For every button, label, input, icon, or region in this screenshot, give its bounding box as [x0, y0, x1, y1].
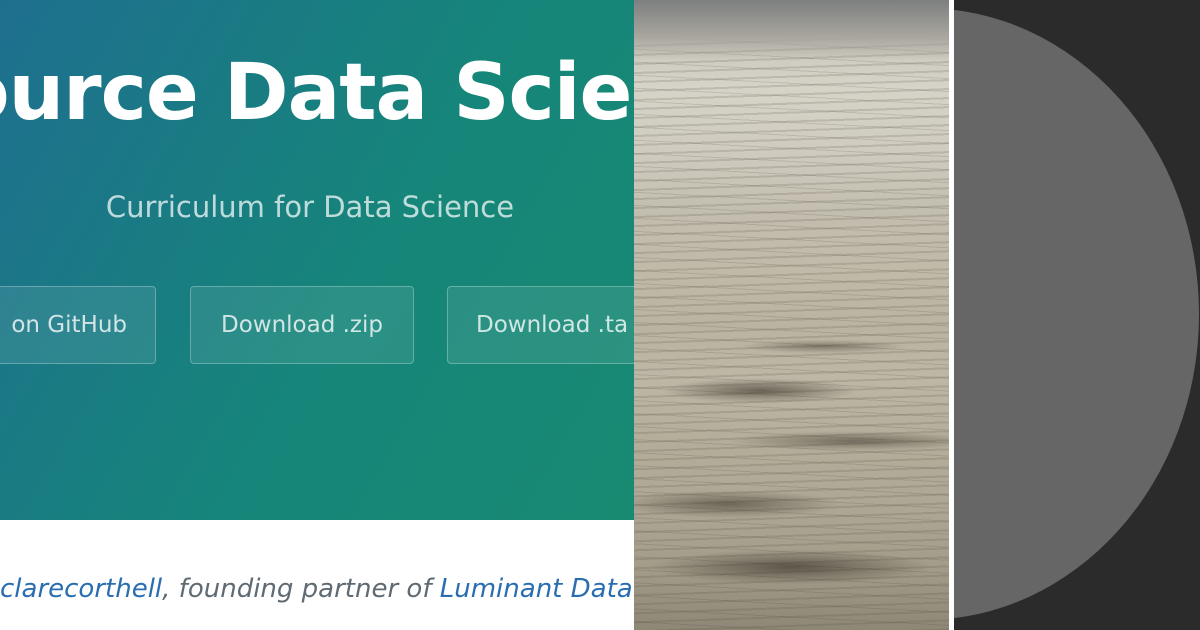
hero-header: ource Data Scien Curriculum for Data Sci…: [0, 0, 634, 520]
author-link[interactable]: clarecorthell: [0, 574, 162, 604]
photo-blur-overlay: [634, 0, 949, 60]
dark-panel: [951, 0, 1200, 630]
gray-circle-shape: [954, 8, 1199, 620]
download-zip-button[interactable]: Download .zip: [190, 286, 414, 364]
author-credit-text: , founding partner of: [162, 574, 440, 604]
project-tagline: Curriculum for Data Science: [105, 190, 515, 224]
project-page-screenshot: ource Data Scien Curriculum for Data Sci…: [0, 0, 634, 630]
texture-photo: [634, 0, 949, 630]
author-credit: clarecorthell, founding partner of Lumin…: [0, 574, 633, 604]
view-on-github-button[interactable]: on GitHub: [0, 286, 156, 364]
organization-link[interactable]: Luminant Data: [440, 574, 633, 604]
download-tar-button[interactable]: Download .ta: [447, 286, 634, 364]
project-title: ource Data Scien: [0, 48, 634, 138]
